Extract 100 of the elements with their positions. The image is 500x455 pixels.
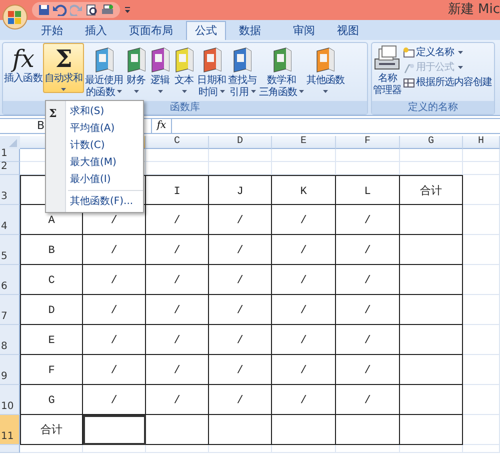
- menu-item[interactable]: 平均值(A): [66, 120, 143, 137]
- table-cell: [463, 325, 500, 355]
- label-tag-icon: [402, 46, 415, 58]
- table-cell: /: [272, 265, 336, 295]
- table-cell: /: [272, 295, 336, 325]
- row-header[interactable]: 10: [0, 385, 20, 415]
- table-cell: C: [20, 265, 83, 295]
- table-cell: /: [336, 325, 400, 355]
- ribbon-button[interactable]: 查找与 引用: [227, 43, 258, 101]
- table-cell: /: [272, 325, 336, 355]
- table-cell: /: [336, 235, 400, 265]
- ribbon-small-button[interactable]: 定义名称: [402, 45, 492, 60]
- table-cell: [400, 355, 463, 385]
- table-cell: L: [336, 175, 400, 205]
- ribbon-tab[interactable]: 视图: [328, 21, 368, 40]
- function-icon: fx: [12, 45, 34, 73]
- column-header[interactable]: E: [272, 136, 336, 149]
- column-header[interactable]: H: [463, 136, 500, 149]
- ribbon-tab[interactable]: 审阅: [284, 21, 324, 40]
- ribbon-button[interactable]: Σ 自动求和: [43, 43, 84, 93]
- table-cell: B: [20, 235, 83, 265]
- function-button[interactable]: fx: [152, 119, 172, 133]
- ribbon-button[interactable]: 财务: [124, 43, 148, 95]
- table-cell: [272, 149, 336, 162]
- ribbon-button[interactable]: 其他函数: [305, 43, 346, 95]
- table-cell: J: [209, 175, 272, 205]
- table-cell: /: [209, 265, 272, 295]
- column-header[interactable]: C: [146, 136, 209, 149]
- ribbon-tab[interactable]: 页面布局: [120, 21, 182, 40]
- row-header[interactable]: 4: [0, 205, 20, 235]
- table-cell: [146, 149, 209, 162]
- table-cell: [336, 162, 400, 175]
- group-label: 定义的名称: [372, 101, 494, 114]
- ribbon-tab[interactable]: 开始: [32, 21, 72, 40]
- ribbon-button[interactable]: 逻辑: [148, 43, 172, 95]
- table-cell: /: [272, 205, 336, 235]
- table-cell: /: [209, 385, 272, 415]
- column-header[interactable]: F: [336, 136, 400, 149]
- ribbon-small-button[interactable]: 根据所选内容创建: [402, 75, 492, 90]
- row-header[interactable]: 3: [0, 175, 20, 205]
- sum-icon: Σ: [55, 45, 72, 73]
- table-cell: [146, 415, 209, 445]
- row-header[interactable]: 2: [0, 162, 20, 175]
- ribbon-button[interactable]: 最近使用 的函数: [84, 43, 124, 101]
- ribbon-button[interactable]: 名称 管理器: [372, 43, 403, 99]
- ribbon-tab[interactable]: 插入: [76, 21, 116, 40]
- table-cell: [400, 149, 463, 162]
- table-cell: [400, 385, 463, 415]
- menu-item[interactable]: 最小值(I): [66, 171, 143, 188]
- row-header[interactable]: 6: [0, 265, 20, 295]
- table-cell: /: [146, 325, 209, 355]
- ribbon-tab[interactable]: 数据: [230, 21, 270, 40]
- menu-item[interactable]: 计数(C): [66, 137, 143, 154]
- table-cell: [400, 235, 463, 265]
- table-cell: [463, 265, 500, 295]
- table-cell: [400, 295, 463, 325]
- table-cell: /: [83, 235, 146, 265]
- table-cell: /: [336, 265, 400, 295]
- table-cell: /: [146, 295, 209, 325]
- formula-icon: [402, 62, 415, 74]
- table-cell: /: [83, 325, 146, 355]
- customize-caret-icon[interactable]: [124, 6, 131, 14]
- table-cell: /: [272, 235, 336, 265]
- table-cell: K: [272, 175, 336, 205]
- table-cell: /: [209, 205, 272, 235]
- column-header[interactable]: G: [400, 136, 463, 149]
- ribbon-button[interactable]: 日期和 时间: [196, 43, 228, 101]
- table-cell: [336, 415, 400, 445]
- table-cell: /: [209, 355, 272, 385]
- ribbon-button[interactable]: 数学和 三角函数: [258, 43, 306, 101]
- table-cell: E: [20, 325, 83, 355]
- row-header[interactable]: 5: [0, 235, 20, 265]
- row-header[interactable]: 1: [0, 149, 20, 162]
- row-header[interactable]: 11: [0, 415, 20, 445]
- ribbon-button[interactable]: fx 插入函数: [3, 43, 44, 87]
- table-cell: /: [83, 385, 146, 415]
- table-cell: [463, 385, 500, 415]
- print-preview-icon[interactable]: [86, 4, 98, 16]
- table-cell: [463, 415, 500, 445]
- row-header[interactable]: 7: [0, 295, 20, 325]
- ribbon-button[interactable]: 文本: [172, 43, 196, 95]
- table-cell: 合计: [20, 415, 83, 445]
- table-cell: /: [209, 325, 272, 355]
- row-header[interactable]: 8: [0, 325, 20, 355]
- column-header[interactable]: D: [209, 136, 272, 149]
- table-cell: [272, 415, 336, 445]
- save-icon[interactable]: [38, 4, 50, 16]
- menu-item[interactable]: 最大值(M): [66, 154, 143, 171]
- table-cell: [146, 162, 209, 175]
- row-header[interactable]: 9: [0, 355, 20, 385]
- table-cell: [400, 325, 463, 355]
- selected-cell[interactable]: [83, 415, 146, 445]
- ribbon-tab[interactable]: 公式: [186, 21, 226, 40]
- undo-icon[interactable]: [52, 4, 67, 16]
- printer-icon[interactable]: [101, 4, 114, 16]
- table-cell: I: [146, 175, 209, 205]
- table-cell: [400, 162, 463, 175]
- table-cell: /: [146, 265, 209, 295]
- grid-icon: [402, 76, 415, 88]
- table-cell: [463, 175, 500, 205]
